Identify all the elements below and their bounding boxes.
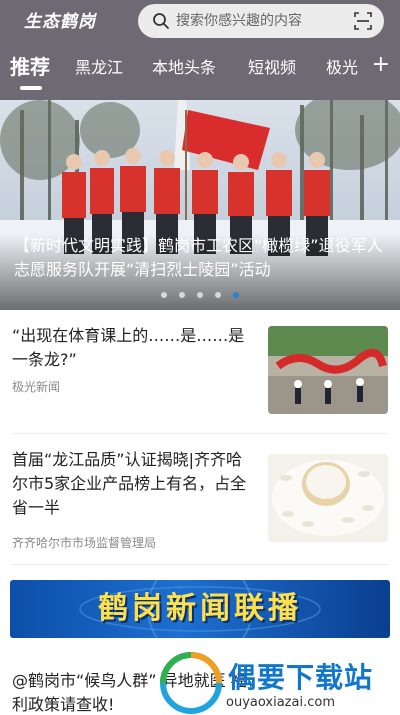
news-title[interactable]: “出现在体育课上的……是……是一条龙?”	[12, 324, 256, 372]
news-thumbnail[interactable]	[268, 454, 388, 542]
carousel-dot[interactable]	[215, 292, 221, 298]
tab-jiguang[interactable]: 极光	[326, 54, 358, 78]
watermark-url: ouyaoxiazai.com	[226, 695, 335, 710]
tab-short-video[interactable]: 短视频	[248, 54, 296, 78]
broadcast-title: 鹤岗新闻联播	[98, 591, 302, 626]
watermark-logo-icon	[160, 652, 222, 714]
search-placeholder: 搜索你感兴趣的内容	[176, 13, 302, 29]
banner-title[interactable]: 【新时代文明实践】鹤岗市工农区“橄榄绿”退役军人志愿服务队开展“清扫烈士陵园”活…	[14, 234, 386, 282]
scan-icon[interactable]	[354, 12, 372, 30]
carousel-dot[interactable]	[179, 292, 185, 298]
active-tab-indicator	[20, 86, 42, 90]
search-bar[interactable]: 搜索你感兴趣的内容	[138, 4, 384, 38]
news-source: 齐齐哈尔市市场监督管理局	[12, 536, 157, 550]
news-thumbnail[interactable]	[268, 326, 388, 414]
top-header: 生态鹤岗 搜索你感兴趣的内容 推荐 黑龙江 本地头条 短视频 极光 +	[0, 0, 400, 100]
channel-tabs: 推荐 黑龙江 本地头条 短视频 极光 +	[0, 44, 400, 92]
tab-heilongjiang[interactable]: 黑龙江	[75, 54, 123, 78]
carousel-dot[interactable]	[197, 292, 203, 298]
tab-recommend[interactable]: 推荐	[10, 51, 50, 80]
carousel-dot[interactable]	[161, 292, 167, 298]
dragon-dance-image	[268, 326, 388, 414]
news-broadcast-banner[interactable]: 鹤岗新闻联播	[10, 580, 390, 638]
banner-caption: 【新时代文明实践】鹤岗市工农区“橄榄绿”退役军人志愿服务队开展“清扫烈士陵园”活…	[0, 234, 400, 310]
news-item-2[interactable]: 首届“龙江品质”认证揭晓|齐齐哈尔市5家企业产品榜上有名，占全省一半 齐齐哈尔市…	[0, 434, 400, 564]
watermark-title: 偶要下载站	[228, 661, 374, 694]
app-logo[interactable]: 生态鹤岗	[24, 8, 96, 36]
divider	[12, 564, 388, 565]
tab-local-headlines[interactable]: 本地头条	[152, 54, 216, 78]
carousel-banner[interactable]: 【新时代文明实践】鹤岗市工农区“橄榄绿”退役军人志愿服务队开展“清扫烈士陵园”活…	[0, 100, 400, 310]
rice-image	[268, 454, 388, 542]
site-watermark: 偶要下载站 ouyaoxiazai.com	[160, 652, 400, 715]
add-channel-icon[interactable]: +	[372, 53, 390, 77]
search-icon	[153, 13, 169, 29]
carousel-dot-active[interactable]	[233, 292, 239, 298]
carousel-indicator	[0, 292, 400, 298]
news-item-1[interactable]: “出现在体育课上的……是……是一条龙?” 极光新闻	[0, 310, 400, 430]
news-source: 极光新闻	[12, 380, 61, 394]
news-title[interactable]: 首届“龙江品质”认证揭晓|齐齐哈尔市5家企业产品榜上有名，占全省一半	[12, 448, 256, 520]
